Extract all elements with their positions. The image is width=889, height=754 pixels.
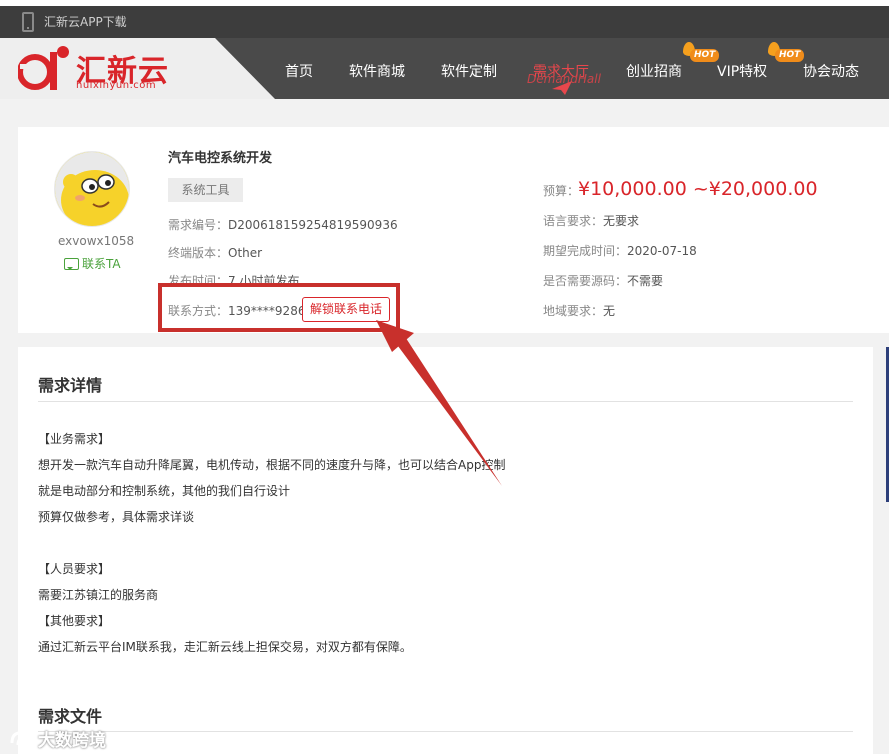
detail-section-title: 需求详情 [38,376,103,395]
highlight-box [158,283,400,332]
detail-line: 想开发一款汽车自动升降尾翼，电机传动，根据不同的速度升与降，也可以结合App控制 [38,458,506,472]
hot-badge: HOT [690,49,720,62]
region-row: 地域要求：无 [543,302,615,319]
top-bar: 汇新云APP下载 [0,0,889,38]
language-value: 无要求 [603,214,640,228]
watermark: 大数跨境 [8,726,106,751]
avatar-image [55,152,129,226]
detail-line: 【人员要求】 [38,562,111,576]
budget-label: 预算： [543,184,580,198]
nav-item-software-custom[interactable]: 软件定制 [441,61,497,81]
files-section-title: 需求文件 [38,707,103,726]
divider [38,731,853,732]
terminal-label: 终端版本： [168,246,229,260]
demand-id-row: 需求编号：D200618159254819590936 [168,216,398,233]
terminal-value: Other [228,246,263,260]
detail-line: 【其他要求】 [38,614,111,628]
source-code-label: 是否需要源码： [543,274,628,288]
project-title: 汽车电控系统开发 [168,151,273,166]
deadline-value: 2020-07-18 [627,244,697,258]
detail-line: 预算仅做参考，具体需求详谈 [38,510,195,524]
phone-icon [22,12,34,32]
app-download-link[interactable]: 汇新云APP下载 [44,13,127,30]
detail-line: 通过汇新云平台IM联系我，走汇新云线上担保交易，对双方都有保障。 [38,640,412,654]
hot-badge: HOT [775,49,805,62]
divider [38,401,853,402]
logo-icon[interactable] [18,42,74,92]
contact-ta-button[interactable]: 联系TA [64,255,121,272]
language-row: 语言要求：无要求 [543,212,639,229]
detail-line: 需要江苏镇江的服务商 [38,588,159,602]
terminal-row: 终端版本：Other [168,244,262,261]
region-label: 地域要求： [543,304,604,318]
detail-line: 【业务需求】 [38,432,111,446]
nav-item-business[interactable]: 创业招商 [626,61,682,81]
paper-plane-icon [552,81,572,95]
demand-detail-card [18,347,873,754]
avatar[interactable] [54,151,130,227]
budget-value: ¥10,000.00 ~¥20,000.00 [578,178,818,200]
source-code-value: 不需要 [627,274,664,288]
deadline-row: 期望完成时间：2020-07-18 [543,242,697,259]
username[interactable]: exvowx1058 [58,234,134,248]
watermark-logo-icon [10,731,33,746]
chat-icon [64,257,79,270]
language-label: 语言要求： [543,214,604,228]
nav-item-home[interactable]: 首页 [285,61,313,81]
deadline-label: 期望完成时间： [543,244,628,258]
main-nav: 汇新云 huixinyun.com 首页 软件商城 软件定制 需求大厅 Dema… [0,38,889,99]
nav-item-vip[interactable]: VIP特权 [717,61,767,81]
demand-id-value: D200618159254819590936 [228,218,398,232]
source-code-row: 是否需要源码：不需要 [543,272,663,289]
contact-ta-label: 联系TA [82,257,121,271]
region-value: 无 [603,304,616,318]
category-tag[interactable]: 系统工具 [168,178,243,202]
nav-item-software-store[interactable]: 软件商城 [349,61,405,81]
watermark-text: 大数跨境 [38,731,106,751]
nav-item-demand-hall[interactable]: 需求大厅 DemandHall [527,61,601,86]
demand-id-label: 需求编号： [168,218,229,232]
logo-domain: huixinyun.com [76,80,157,91]
nav-item-association-news[interactable]: 协会动态 [803,61,859,81]
project-summary-card [18,127,889,333]
detail-line: 就是电动部分和控制系统，其他的我们自行设计 [38,484,291,498]
